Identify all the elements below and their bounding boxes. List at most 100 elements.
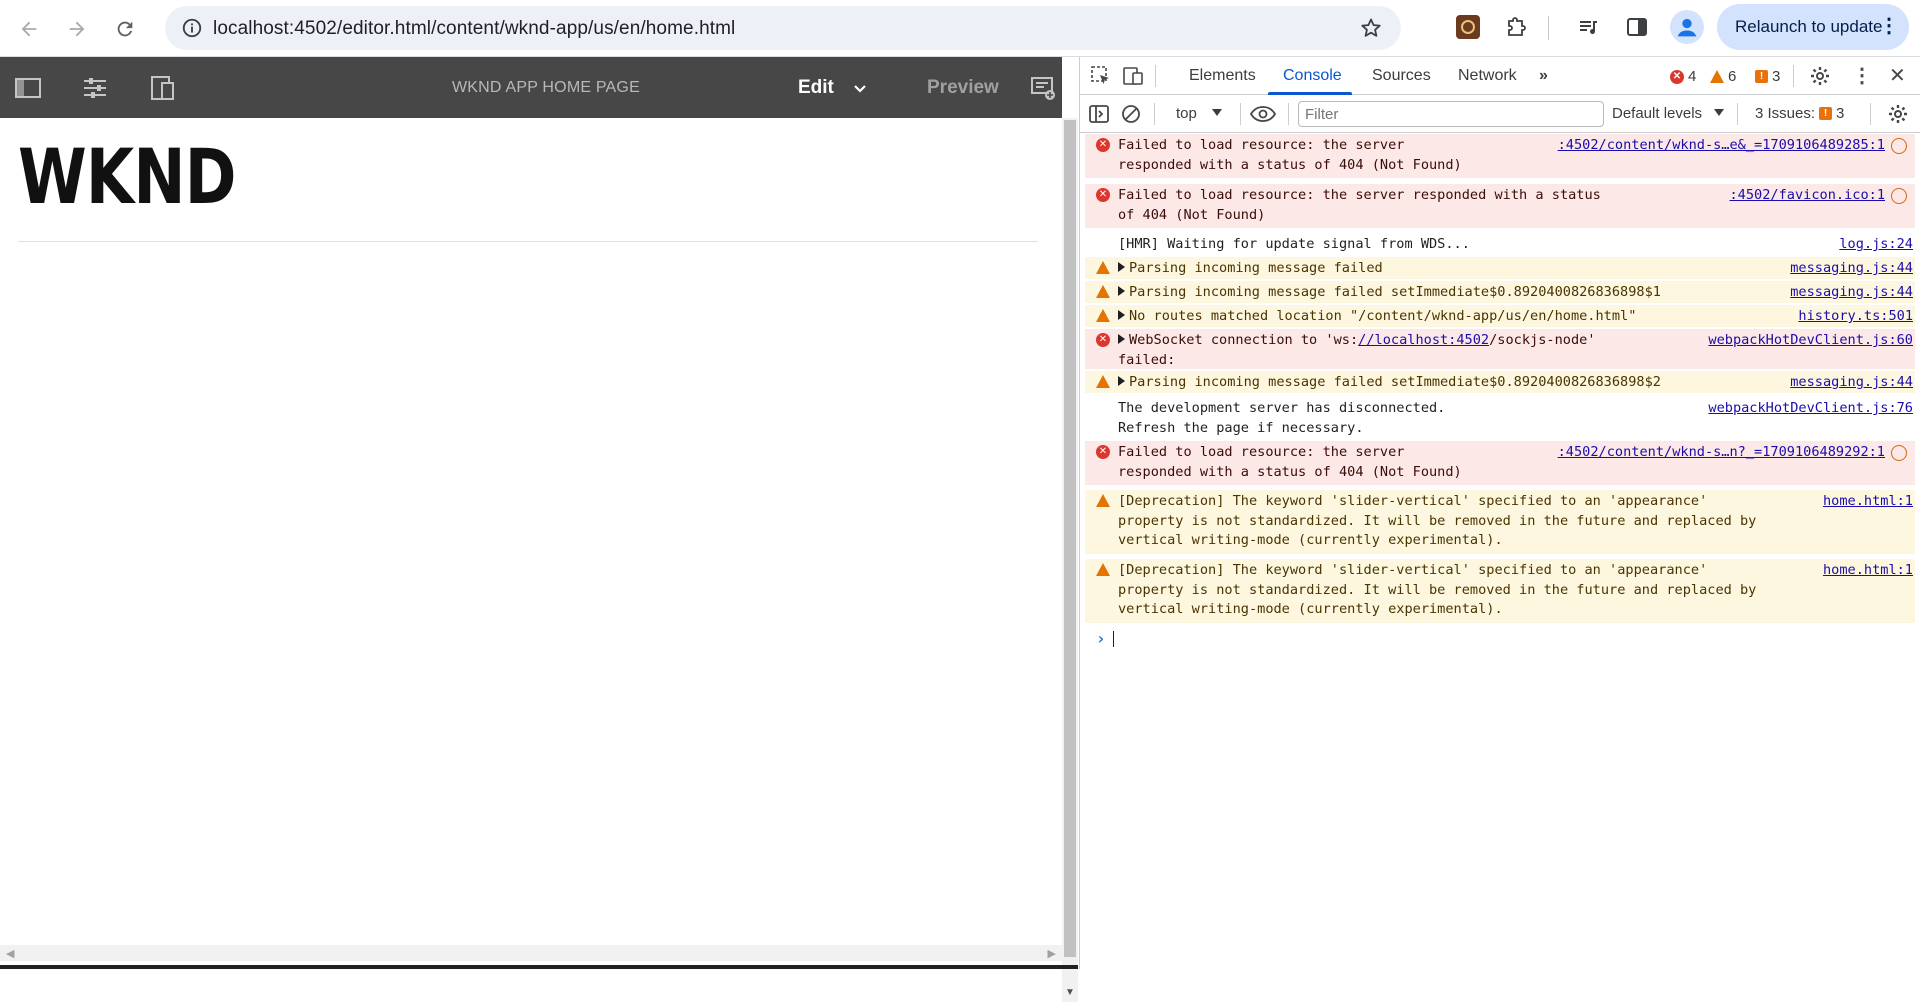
- chevron-down-icon[interactable]: [852, 81, 868, 97]
- console-message-warning: Parsing incoming message failed setImmed…: [1085, 281, 1915, 303]
- tab-console[interactable]: Console: [1283, 67, 1342, 85]
- more-tabs-chevron-icon[interactable]: »: [1539, 67, 1548, 85]
- ai-insight-icon[interactable]: [1891, 188, 1907, 204]
- source-link[interactable]: log.js:24: [1829, 235, 1913, 255]
- close-devtools-icon[interactable]: ✕: [1889, 63, 1906, 88]
- scroll-thumb[interactable]: [1064, 120, 1076, 957]
- source-link[interactable]: webpackHotDevClient.js:76: [1698, 399, 1913, 419]
- console-message-error: ✕ Failed to load resource: the server re…: [1085, 441, 1915, 485]
- toolbar-divider: [1240, 103, 1241, 125]
- source-link[interactable]: :4502/content/wknd-s…n?_=1709106489292:1: [1547, 443, 1885, 463]
- warning-counter[interactable]: 6: [1710, 68, 1736, 85]
- console-input[interactable]: [1113, 631, 1114, 647]
- warning-icon: [1710, 70, 1724, 83]
- ai-insight-icon[interactable]: [1891, 138, 1907, 154]
- warning-count: 6: [1728, 68, 1737, 85]
- source-link[interactable]: home.html:1: [1812, 492, 1913, 512]
- expand-triangle-icon[interactable]: [1118, 286, 1125, 296]
- message-text: No routes matched location "/content/wkn…: [1129, 308, 1637, 324]
- scroll-down-icon[interactable]: ▼: [1065, 987, 1075, 998]
- source-link[interactable]: messaging.js:44: [1780, 283, 1913, 303]
- source-link[interactable]: history.ts:501: [1788, 307, 1913, 327]
- more-vertical-icon[interactable]: ⋮: [1852, 63, 1872, 88]
- filter-input[interactable]: [1298, 101, 1604, 127]
- extensions-menu-button[interactable]: [1502, 12, 1532, 42]
- expand-triangle-icon[interactable]: [1118, 334, 1125, 344]
- caret-down-icon[interactable]: [1714, 109, 1724, 116]
- back-button[interactable]: [10, 10, 48, 48]
- message-text: Parsing incoming message failed: [1129, 260, 1383, 276]
- issues-button[interactable]: 3 Issues: ! 3: [1755, 105, 1844, 122]
- arrow-right-icon: [69, 21, 85, 37]
- message-text: failed:: [1118, 351, 1176, 368]
- log-levels-dropdown[interactable]: Default levels: [1612, 105, 1702, 122]
- message-text: [Deprecation] The keyword 'slider-vertic…: [1118, 493, 1708, 509]
- devtools-tab-bar: Elements Console Sources Network » ✕ 4 6…: [1080, 57, 1920, 95]
- side-panel-button[interactable]: [1622, 12, 1652, 42]
- source-link[interactable]: webpackHotDevClient.js:60: [1698, 331, 1913, 351]
- properties-sliders-icon[interactable]: [81, 74, 109, 102]
- media-controls-button[interactable]: [1574, 12, 1604, 42]
- window-bottom-edge: [0, 965, 1078, 969]
- mode-edit-button[interactable]: Edit: [798, 77, 834, 99]
- wknd-logo[interactable]: WKND: [18, 132, 236, 221]
- tab-sources[interactable]: Sources: [1372, 67, 1431, 85]
- reload-button[interactable]: [106, 10, 144, 48]
- context-selector[interactable]: top: [1176, 105, 1197, 122]
- extension-button[interactable]: [1453, 12, 1483, 42]
- sidebar-toggle-icon[interactable]: [1088, 103, 1110, 125]
- side-panel-toggle-icon[interactable]: [14, 74, 42, 102]
- warning-icon: [1096, 563, 1110, 576]
- arrow-left-icon: [21, 21, 37, 37]
- aem-toolbar: WKND APP HOME PAGE Edit Preview: [0, 57, 1062, 118]
- scroll-right-icon[interactable]: ▶: [1048, 947, 1056, 960]
- warning-icon: [1096, 494, 1110, 507]
- emulator-device-icon[interactable]: [148, 74, 176, 102]
- vertical-scrollbar[interactable]: ▼: [1062, 118, 1078, 1002]
- address-bar[interactable]: localhost:4502/editor.html/content/wknd-…: [165, 6, 1401, 50]
- profile-avatar[interactable]: [1670, 10, 1704, 44]
- browser-toolbar: localhost:4502/editor.html/content/wknd-…: [0, 0, 1920, 57]
- message-text: vertical writing-mode (currently experim…: [1118, 532, 1503, 548]
- clear-console-icon[interactable]: [1120, 103, 1142, 125]
- error-counter[interactable]: ✕ 4: [1670, 68, 1696, 85]
- source-link[interactable]: home.html:1: [1812, 561, 1913, 581]
- relaunch-button[interactable]: Relaunch to update ⋮: [1717, 4, 1909, 50]
- message-text: Parsing incoming message failed setImmed…: [1129, 284, 1661, 300]
- issue-counter[interactable]: ! 3: [1755, 68, 1780, 85]
- horizontal-scrollbar[interactable]: ◀ ▶: [0, 945, 1062, 961]
- scroll-left-icon[interactable]: ◀: [6, 947, 14, 960]
- tab-network[interactable]: Network: [1458, 67, 1517, 85]
- bookmark-star-icon[interactable]: [1359, 16, 1383, 40]
- url-text[interactable]: localhost:4502/editor.html/content/wknd-…: [213, 18, 735, 40]
- forward-button[interactable]: [58, 10, 96, 48]
- source-link[interactable]: :4502/favicon.ico:1: [1719, 186, 1885, 206]
- error-icon: ✕: [1096, 188, 1110, 202]
- error-icon: ✕: [1096, 138, 1110, 152]
- caret-down-icon[interactable]: [1212, 109, 1222, 116]
- header-divider: [18, 241, 1038, 242]
- ai-insight-icon[interactable]: [1891, 445, 1907, 461]
- more-vertical-icon[interactable]: ⋮: [1879, 16, 1899, 36]
- device-toolbar-icon[interactable]: [1122, 65, 1144, 87]
- expand-triangle-icon[interactable]: [1118, 262, 1125, 272]
- message-text: Refresh the page if necessary.: [1118, 419, 1364, 436]
- expand-triangle-icon[interactable]: [1118, 376, 1125, 386]
- preview-button[interactable]: Preview: [927, 77, 999, 99]
- source-link[interactable]: messaging.js:44: [1780, 373, 1913, 393]
- annotate-icon[interactable]: [1030, 75, 1056, 101]
- expand-triangle-icon[interactable]: [1118, 310, 1125, 320]
- console-message-warning: [Deprecation] The keyword 'slider-vertic…: [1085, 490, 1915, 554]
- media-queue-icon: [1580, 21, 1597, 34]
- live-expression-eye-icon[interactable]: [1249, 103, 1277, 125]
- aem-editor: WKND APP HOME PAGE Edit Preview WKND ▼ ◀…: [0, 57, 1078, 1002]
- source-link[interactable]: messaging.js:44: [1780, 259, 1913, 279]
- console-settings-gear-icon[interactable]: [1887, 103, 1909, 125]
- tab-elements[interactable]: Elements: [1189, 67, 1256, 85]
- page-canvas: WKND: [0, 118, 1062, 941]
- source-link[interactable]: :4502/content/wknd-s…e&_=1709106489285:1: [1547, 136, 1885, 156]
- websocket-url-link[interactable]: //localhost:4502: [1358, 332, 1489, 348]
- inspect-element-icon[interactable]: [1090, 65, 1112, 87]
- site-info-icon[interactable]: [181, 17, 203, 39]
- settings-gear-icon[interactable]: [1809, 65, 1831, 87]
